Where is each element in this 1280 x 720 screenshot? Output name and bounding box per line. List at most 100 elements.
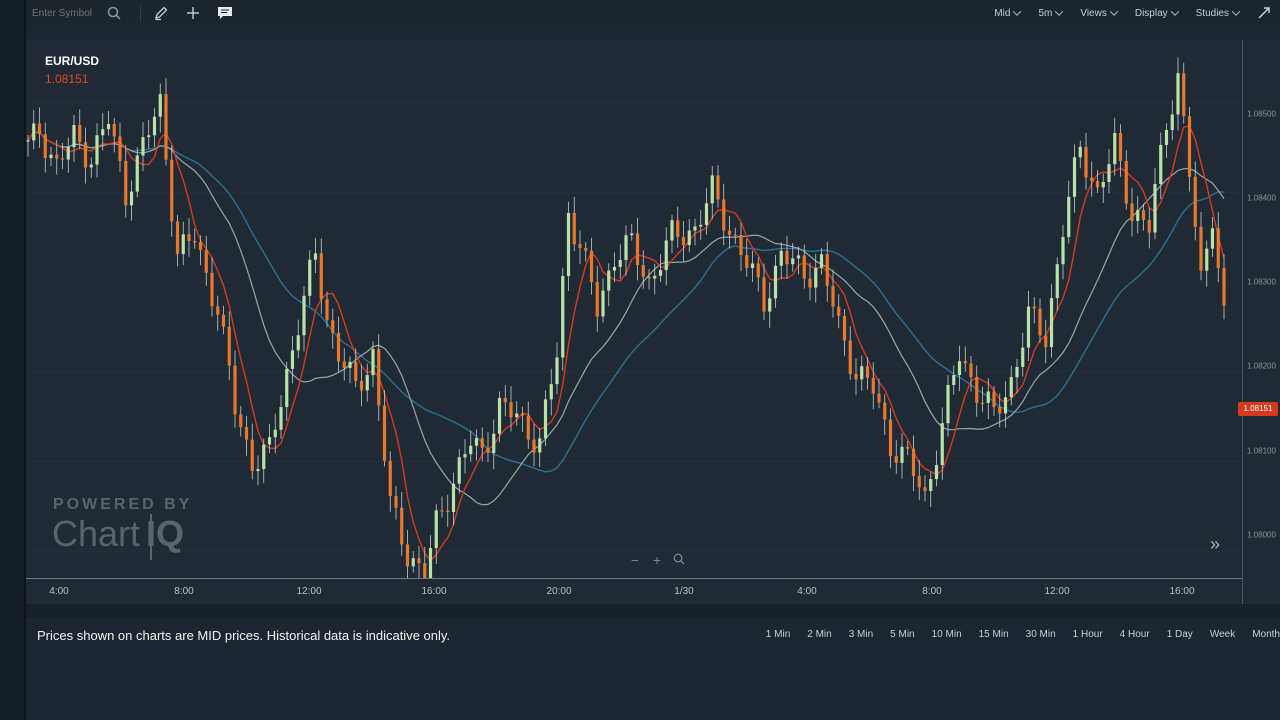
- candle-up: [434, 510, 438, 549]
- candle-up: [451, 483, 456, 512]
- candle-up: [986, 391, 990, 403]
- candle-up: [371, 349, 375, 376]
- period-button[interactable]: 2 Min: [807, 629, 831, 640]
- candle-up: [1003, 397, 1008, 414]
- candle-up: [152, 116, 157, 136]
- candle-down: [43, 134, 47, 159]
- candle-down: [175, 221, 180, 255]
- candle-down: [1182, 73, 1186, 117]
- candle-up: [940, 423, 944, 466]
- period-button[interactable]: 3 Min: [849, 629, 873, 640]
- period-button[interactable]: 10 Min: [932, 629, 962, 640]
- candle-down: [911, 448, 916, 477]
- menu-price-source[interactable]: Mid: [994, 7, 1022, 19]
- x-tick-label: 12:00: [1044, 586, 1070, 597]
- candle-down: [382, 405, 387, 461]
- chevron-down-icon: [1231, 7, 1241, 16]
- candle-down: [1141, 210, 1146, 220]
- candle-up: [653, 275, 657, 279]
- candle-down: [170, 159, 174, 222]
- candle-down: [883, 402, 887, 420]
- menu-display[interactable]: Display: [1135, 7, 1179, 19]
- x-axis: 4:00 8:00 12:00 16:00 20:00 1/30 4:00 8:00 12:00…: [26, 578, 1242, 604]
- comment-icon[interactable]: [214, 2, 236, 24]
- crosshair-plus-icon[interactable]: [182, 2, 204, 24]
- menu-views[interactable]: Views: [1080, 7, 1119, 19]
- candle-up: [658, 270, 663, 276]
- price-chart[interactable]: [26, 40, 1242, 578]
- scroll-to-latest-button[interactable]: »: [1210, 534, 1220, 555]
- candle-down: [1216, 228, 1220, 268]
- candle-down: [336, 332, 341, 362]
- period-button[interactable]: 30 Min: [1026, 629, 1056, 640]
- period-button[interactable]: 1 Hour: [1073, 629, 1103, 640]
- expand-icon[interactable]: [1253, 2, 1275, 24]
- candle-down: [1084, 146, 1088, 178]
- mid-price-disclaimer: Prices shown on charts are MID prices. H…: [37, 628, 451, 643]
- footer-divider: [26, 604, 1280, 618]
- candle-up: [630, 233, 634, 236]
- candle-up: [1009, 377, 1013, 398]
- candle-up: [89, 164, 93, 168]
- menu-studies[interactable]: Studies: [1196, 7, 1241, 19]
- period-button[interactable]: Week: [1210, 629, 1235, 640]
- candle-up: [72, 125, 76, 148]
- candle-up: [302, 295, 306, 336]
- menu-interval[interactable]: 5m: [1038, 7, 1064, 19]
- candle-down: [204, 250, 208, 273]
- candle-up: [687, 230, 691, 246]
- candle-down: [756, 263, 760, 278]
- candle-down: [837, 306, 841, 316]
- period-button[interactable]: 4 Hour: [1120, 629, 1150, 640]
- candle-up: [1136, 210, 1140, 221]
- candle-down: [60, 158, 65, 160]
- candle-down: [520, 413, 525, 416]
- candle-up: [670, 220, 674, 241]
- zoom-reset-icon[interactable]: [668, 552, 690, 568]
- candle-down: [124, 160, 128, 206]
- watermark-powered-by: POWERED BY: [53, 496, 193, 513]
- period-button[interactable]: 5 Min: [890, 629, 914, 640]
- candle-up: [710, 175, 714, 204]
- candle-up: [1113, 133, 1117, 165]
- period-button[interactable]: 15 Min: [979, 629, 1009, 640]
- candle-down: [877, 393, 881, 403]
- candle-up: [285, 368, 289, 408]
- left-sidebar: [0, 0, 26, 720]
- candle-down: [854, 373, 858, 380]
- candle-up: [49, 154, 53, 159]
- candle-down: [785, 250, 789, 265]
- period-button[interactable]: 1 Day: [1167, 629, 1193, 640]
- candle-up: [469, 445, 473, 455]
- zoom-out-button[interactable]: −: [624, 552, 646, 568]
- candle-up: [181, 234, 185, 255]
- candle-down: [388, 460, 392, 497]
- symbol-input[interactable]: [32, 7, 98, 19]
- search-icon[interactable]: [103, 2, 125, 24]
- candle-down: [722, 199, 726, 231]
- candle-up: [411, 558, 415, 567]
- candle-down: [906, 446, 910, 449]
- zoom-in-button[interactable]: +: [646, 552, 668, 568]
- candle-up: [900, 446, 904, 463]
- candle-up: [1176, 73, 1180, 115]
- candle-up: [129, 191, 134, 206]
- candle-up: [492, 433, 496, 453]
- zoom-controls: − +: [624, 552, 690, 568]
- candle-down: [1187, 116, 1192, 177]
- chart-footer: Prices shown on charts are MID prices. H…: [26, 618, 1280, 720]
- candle-down: [572, 212, 576, 245]
- candle-up: [256, 469, 260, 472]
- candle-up: [1205, 248, 1209, 271]
- candle-down: [198, 242, 203, 251]
- y-tick-label: 1.08400: [1247, 193, 1276, 203]
- logo-text-chart: Chart: [52, 513, 141, 554]
- pencil-icon[interactable]: [150, 2, 172, 24]
- current-price-tag: 1.08151: [1238, 402, 1278, 416]
- period-button[interactable]: 1 Min: [766, 629, 790, 640]
- candle-down: [969, 363, 973, 378]
- candle-down: [112, 123, 116, 137]
- period-button[interactable]: Month: [1252, 629, 1280, 640]
- candle-down: [446, 510, 450, 512]
- chart-panel[interactable]: [26, 40, 1242, 578]
